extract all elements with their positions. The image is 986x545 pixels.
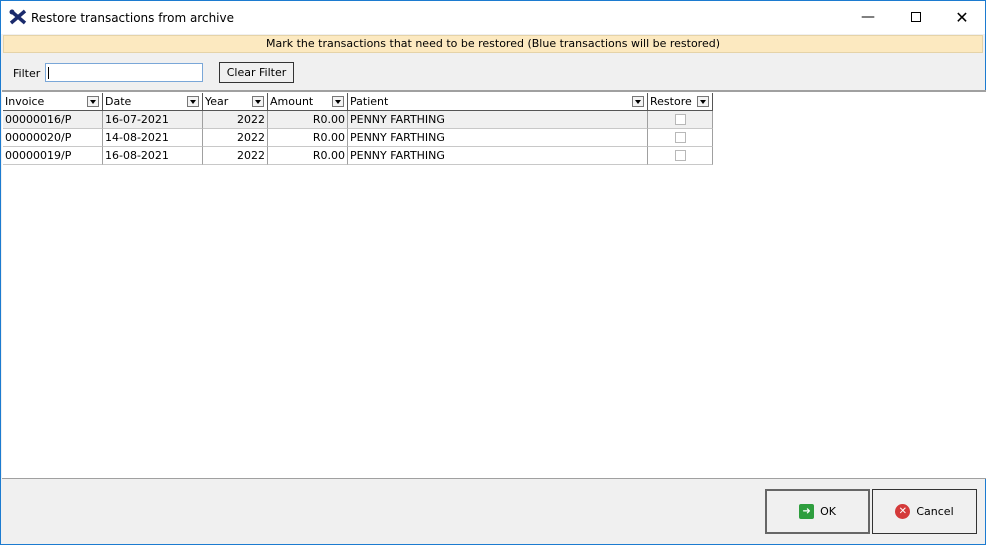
patient-cell: PENNY FARTHING bbox=[348, 111, 648, 129]
amount-cell: R0.00 bbox=[268, 111, 348, 129]
table-row[interactable]: 00000020/P 14-08-2021 2022 R0.00 PENNY F… bbox=[3, 129, 713, 147]
filter-dropdown-icon[interactable] bbox=[632, 96, 644, 107]
tools-icon bbox=[9, 9, 27, 25]
maximize-button[interactable] bbox=[893, 1, 939, 33]
transactions-grid: Invoice Date Year Amount Patient Restore… bbox=[2, 90, 986, 479]
patient-cell: PENNY FARTHING bbox=[348, 147, 648, 165]
date-cell: 16-08-2021 bbox=[103, 147, 203, 165]
window-title: Restore transactions from archive bbox=[31, 11, 234, 25]
column-header-invoice[interactable]: Invoice bbox=[3, 93, 103, 111]
filter-label: Filter bbox=[13, 67, 41, 80]
column-header-date[interactable]: Date bbox=[103, 93, 203, 111]
amount-cell: R0.00 bbox=[268, 129, 348, 147]
column-header-patient[interactable]: Patient bbox=[348, 93, 648, 111]
filter-dropdown-icon[interactable] bbox=[332, 96, 344, 107]
cancel-label: Cancel bbox=[916, 505, 954, 518]
restore-cell bbox=[648, 147, 713, 165]
table-row[interactable]: 00000019/P 16-08-2021 2022 R0.00 PENNY F… bbox=[3, 147, 713, 165]
restore-checkbox[interactable] bbox=[674, 114, 686, 125]
restore-cell bbox=[648, 111, 713, 129]
invoice-cell: 00000020/P bbox=[3, 129, 103, 147]
filter-input[interactable] bbox=[45, 63, 203, 82]
year-cell: 2022 bbox=[203, 111, 268, 129]
invoice-cell: 00000019/P bbox=[3, 147, 103, 165]
column-header-restore[interactable]: Restore bbox=[648, 93, 713, 111]
ok-label: OK bbox=[820, 505, 836, 518]
invoice-cell: 00000016/P bbox=[3, 111, 103, 129]
amount-cell: R0.00 bbox=[268, 147, 348, 165]
restore-checkbox[interactable] bbox=[674, 132, 686, 143]
column-header-amount[interactable]: Amount bbox=[268, 93, 348, 111]
restore-dialog: Restore transactions from archive — ✕ Ma… bbox=[0, 0, 986, 545]
instruction-banner: Mark the transactions that need to be re… bbox=[3, 35, 983, 53]
close-button[interactable]: ✕ bbox=[939, 1, 985, 33]
ok-button[interactable]: ➜ OK bbox=[765, 489, 870, 534]
date-cell: 14-08-2021 bbox=[103, 129, 203, 147]
restore-cell bbox=[648, 129, 713, 147]
cancel-icon: ✕ bbox=[895, 504, 911, 519]
year-cell: 2022 bbox=[203, 129, 268, 147]
filter-dropdown-icon[interactable] bbox=[697, 96, 709, 107]
cancel-button[interactable]: ✕ Cancel bbox=[872, 489, 977, 534]
patient-cell: PENNY FARTHING bbox=[348, 129, 648, 147]
grid-header: Invoice Date Year Amount Patient Restore bbox=[3, 93, 713, 111]
filter-dropdown-icon[interactable] bbox=[187, 96, 199, 107]
table-row[interactable]: 00000016/P 16-07-2021 2022 R0.00 PENNY F… bbox=[3, 111, 713, 129]
minimize-button[interactable]: — bbox=[845, 1, 891, 33]
filter-dropdown-icon[interactable] bbox=[252, 96, 264, 107]
arrow-right-icon: ➜ bbox=[799, 504, 815, 519]
clear-filter-button[interactable]: Clear Filter bbox=[219, 62, 294, 83]
filter-dropdown-icon[interactable] bbox=[87, 96, 99, 107]
year-cell: 2022 bbox=[203, 147, 268, 165]
restore-checkbox[interactable] bbox=[674, 150, 686, 161]
column-header-year[interactable]: Year bbox=[203, 93, 268, 111]
date-cell: 16-07-2021 bbox=[103, 111, 203, 129]
title-bar: Restore transactions from archive — ✕ bbox=[1, 1, 985, 34]
